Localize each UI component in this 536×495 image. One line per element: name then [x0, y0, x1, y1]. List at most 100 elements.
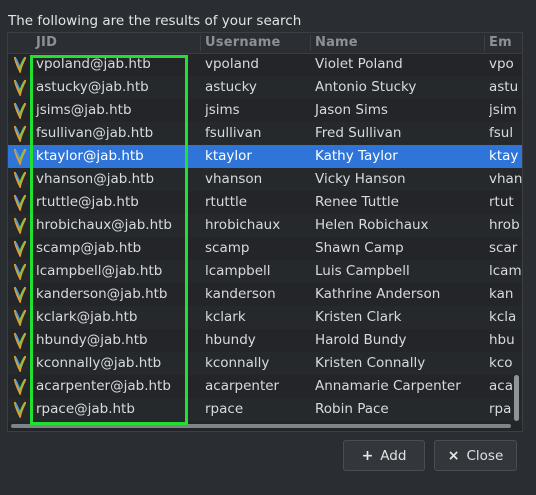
horizontal-scrollbar[interactable]	[8, 422, 522, 431]
username-cell: kconnally	[205, 355, 270, 371]
column-header-name[interactable]: Name	[315, 35, 358, 50]
name-cell: Robin Pace	[315, 401, 389, 417]
name-cell: Helen Robichaux	[315, 217, 429, 233]
jid-cell: hbundy@jab.htb	[36, 332, 148, 348]
username-cell: hrobichaux	[205, 217, 281, 233]
table-row[interactable]: vpoland@jab.htb vpoland Violet Poland vpo	[8, 53, 522, 76]
table-row[interactable]: scamp@jab.htb scamp Shawn Camp scar	[8, 237, 522, 260]
name-cell: Annamarie Carpenter	[315, 378, 461, 394]
jid-cell: kclark@jab.htb	[36, 309, 138, 325]
jabber-contact-icon	[12, 125, 28, 144]
jabber-contact-icon	[12, 309, 28, 328]
close-icon: ×	[447, 447, 460, 464]
jid-cell: ktaylor@jab.htb	[36, 148, 144, 164]
table-row[interactable]: vhanson@jab.htb vhanson Vicky Hanson vhan	[8, 168, 522, 191]
username-cell: astucky	[205, 79, 257, 95]
username-cell: ktaylor	[205, 148, 252, 164]
jid-cell: kconnally@jab.htb	[36, 355, 162, 371]
add-button[interactable]: + Add	[343, 440, 425, 471]
username-cell: jsims	[205, 102, 240, 118]
results-table: JID Username Name Em vpoland@jab.htb vpol…	[7, 32, 523, 432]
vertical-scrollbar-thumb[interactable]	[514, 375, 519, 421]
jabber-contact-icon	[12, 378, 28, 397]
column-header-email[interactable]: Em	[489, 35, 512, 50]
name-cell: Jason Sims	[315, 102, 388, 118]
jid-cell: rpace@jab.htb	[36, 401, 135, 417]
column-header-username[interactable]: Username	[205, 35, 281, 50]
close-button[interactable]: × Close	[434, 440, 517, 471]
jabber-contact-icon	[12, 263, 28, 282]
table-row[interactable]: rtuttle@jab.htb rtuttle Renee Tuttle rtut	[8, 191, 522, 214]
close-button-label: Close	[466, 447, 504, 464]
column-divider[interactable]	[310, 35, 311, 51]
jabber-contact-icon	[12, 171, 28, 190]
username-cell: hbundy	[205, 332, 256, 348]
table-row[interactable]: ktaylor@jab.htb ktaylor Kathy Taylor ktay	[8, 145, 522, 168]
column-divider[interactable]	[200, 35, 201, 51]
jid-cell: fsullivan@jab.htb	[36, 125, 154, 141]
jabber-contact-icon	[12, 102, 28, 121]
jabber-contact-icon	[12, 79, 28, 98]
jabber-contact-icon	[12, 148, 28, 167]
table-body: vpoland@jab.htb vpoland Violet Poland vpo as…	[8, 53, 522, 421]
table-row[interactable]: jsims@jab.htb jsims Jason Sims jsim	[8, 99, 522, 122]
name-cell: Violet Poland	[315, 56, 403, 72]
jabber-contact-icon	[12, 217, 28, 236]
name-cell: Luis Campbell	[315, 263, 410, 279]
jid-cell: kanderson@jab.htb	[36, 286, 168, 302]
username-cell: scamp	[205, 240, 250, 256]
username-cell: lcampbell	[205, 263, 271, 279]
column-divider[interactable]	[484, 35, 485, 51]
vertical-scrollbar[interactable]	[510, 53, 522, 422]
column-header-jid[interactable]: JID	[36, 35, 57, 50]
table-row[interactable]: acarpenter@jab.htb acarpenter Annamarie Ca…	[8, 375, 522, 398]
name-cell: Kathy Taylor	[315, 148, 398, 164]
table-row[interactable]: lcampbell@jab.htb lcampbell Luis Campbell l…	[8, 260, 522, 283]
name-cell: Vicky Hanson	[315, 171, 406, 187]
name-cell: Kristen Clark	[315, 309, 402, 325]
table-row[interactable]: fsullivan@jab.htb fsullivan Fred Sullivan f…	[8, 122, 522, 145]
results-heading: The following are the results of your se…	[8, 13, 302, 29]
name-cell: Kristen Connally	[315, 355, 426, 371]
name-cell: Renee Tuttle	[315, 194, 399, 210]
horizontal-scrollbar-thumb[interactable]	[11, 424, 511, 428]
jid-cell: jsims@jab.htb	[36, 102, 132, 118]
jabber-contact-icon	[12, 355, 28, 374]
username-cell: kclark	[205, 309, 246, 325]
jabber-contact-icon	[12, 401, 28, 420]
add-button-label: Add	[380, 447, 407, 464]
jabber-contact-icon	[12, 332, 28, 351]
jid-cell: rtuttle@jab.htb	[36, 194, 139, 210]
jabber-contact-icon	[12, 56, 28, 75]
jid-cell: scamp@jab.htb	[36, 240, 142, 256]
jid-cell: acarpenter@jab.htb	[36, 378, 171, 394]
jid-cell: astucky@jab.htb	[36, 79, 149, 95]
jabber-contact-icon	[12, 194, 28, 213]
table-row[interactable]: kanderson@jab.htb kanderson Kathrine Ander…	[8, 283, 522, 306]
jid-cell: vpoland@jab.htb	[36, 56, 151, 72]
table-row[interactable]: hbundy@jab.htb hbundy Harold Bundy hbu	[8, 329, 522, 352]
plus-icon: +	[361, 447, 374, 464]
table-row[interactable]: rpace@jab.htb rpace Robin Pace rpa	[8, 398, 522, 421]
jabber-contact-icon	[12, 286, 28, 305]
username-cell: fsullivan	[205, 125, 262, 141]
username-cell: kanderson	[205, 286, 276, 302]
table-row[interactable]: kconnally@jab.htb kconnally Kristen Connal…	[8, 352, 522, 375]
table-row[interactable]: hrobichaux@jab.htb hrobichaux Helen Robich…	[8, 214, 522, 237]
jid-cell: vhanson@jab.htb	[36, 171, 155, 187]
username-cell: acarpenter	[205, 378, 280, 394]
jid-cell: hrobichaux@jab.htb	[36, 217, 172, 233]
table-row[interactable]: astucky@jab.htb astucky Antonio Stucky astu	[8, 76, 522, 99]
name-cell: Fred Sullivan	[315, 125, 402, 141]
name-cell: Kathrine Anderson	[315, 286, 441, 302]
table-header: JID Username Name Em	[8, 33, 522, 54]
search-results-dialog: The following are the results of your se…	[0, 0, 536, 495]
name-cell: Antonio Stucky	[315, 79, 417, 95]
username-cell: vpoland	[205, 56, 259, 72]
username-cell: vhanson	[205, 171, 263, 187]
jabber-contact-icon	[12, 240, 28, 259]
username-cell: rtuttle	[205, 194, 248, 210]
name-cell: Shawn Camp	[315, 240, 404, 256]
name-cell: Harold Bundy	[315, 332, 407, 348]
table-row[interactable]: kclark@jab.htb kclark Kristen Clark kcla	[8, 306, 522, 329]
